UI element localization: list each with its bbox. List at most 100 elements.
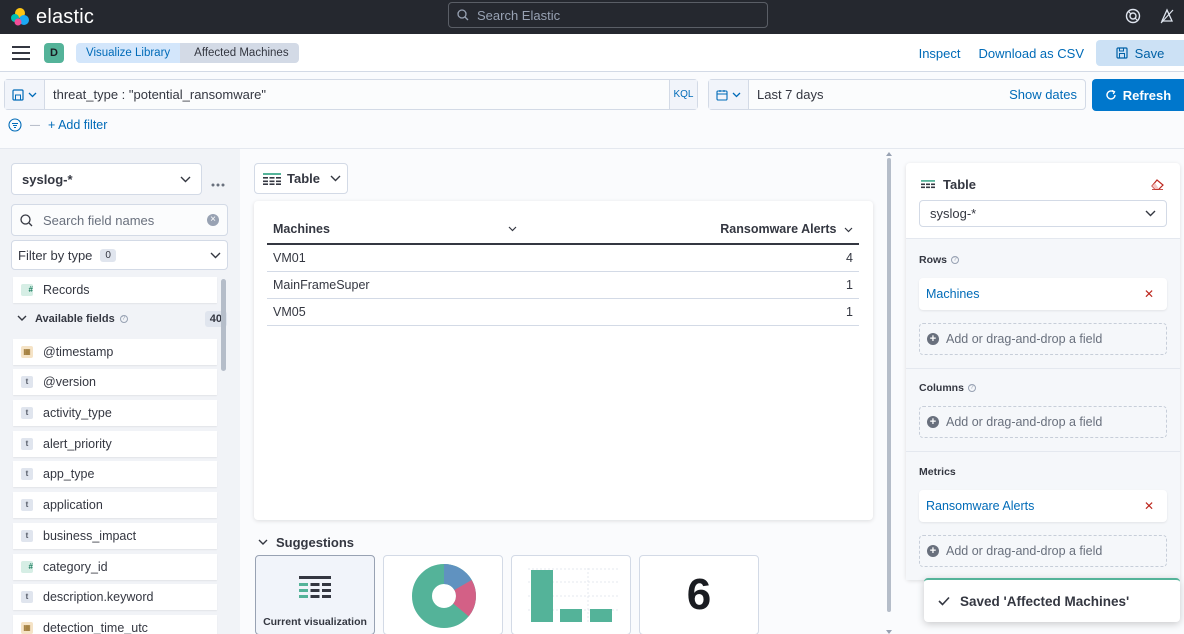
- column-header-ransomware-alerts[interactable]: Ransomware Alerts: [520, 215, 859, 245]
- chevron-down-icon: [210, 252, 221, 258]
- column-header-machines[interactable]: Machines: [267, 215, 521, 245]
- chart-type-switch[interactable]: Table: [254, 163, 348, 194]
- add-field-label: Add or drag-and-drop a field: [946, 544, 1103, 558]
- layer-index-pattern-select[interactable]: syslog-*: [919, 200, 1167, 227]
- chevron-down-icon: [28, 92, 37, 97]
- filter-by-type-button[interactable]: Filter by type 0: [11, 240, 228, 270]
- metric-value: 6: [686, 570, 712, 619]
- download-csv-link[interactable]: Download as CSV: [979, 46, 1085, 61]
- time-range-display[interactable]: Last 7 days: [749, 87, 1009, 102]
- rows-label: Rows: [919, 254, 948, 266]
- query-language-button[interactable]: KQL: [669, 80, 697, 109]
- info-icon: ?: [967, 384, 976, 392]
- field-item[interactable]: t application: [13, 492, 217, 519]
- search-icon: [457, 9, 469, 21]
- field-item[interactable]: t @version: [13, 369, 217, 396]
- suggestion-donut[interactable]: [383, 555, 503, 634]
- scroll-down-icon[interactable]: [886, 629, 892, 634]
- suggestion-current[interactable]: Current visualization: [255, 555, 375, 634]
- check-icon: [938, 596, 950, 606]
- calendar-icon: [716, 89, 728, 101]
- field-item-records[interactable]: # Records: [13, 277, 217, 303]
- help-icon[interactable]: [1124, 6, 1142, 26]
- table-row: VM05 1: [267, 298, 859, 326]
- table-cell[interactable]: VM01: [267, 244, 521, 272]
- field-item[interactable]: ▦ @timestamp: [13, 338, 217, 365]
- scroll-up-icon[interactable]: [886, 152, 892, 157]
- table-row: VM01 4: [267, 244, 859, 272]
- table-cell[interactable]: MainFrameSuper: [267, 271, 521, 299]
- field-item[interactable]: t alert_priority: [13, 430, 217, 457]
- plus-icon: +: [927, 545, 939, 557]
- clear-icon[interactable]: ×: [207, 214, 219, 226]
- field-name: category_id: [43, 559, 108, 574]
- remove-icon[interactable]: ✕: [1144, 499, 1160, 513]
- workspace-scrollbar[interactable]: [886, 152, 892, 634]
- space-avatar[interactable]: D: [44, 42, 64, 63]
- refresh-button[interactable]: Refresh: [1092, 79, 1184, 111]
- chevron-down-icon[interactable]: [844, 227, 853, 233]
- breadcrumb-visualize-library[interactable]: Visualize Library: [76, 42, 181, 63]
- field-name: application: [43, 498, 103, 513]
- toast-message: Saved 'Affected Machines': [960, 593, 1130, 609]
- chart-type-label: Table: [287, 171, 320, 186]
- global-search-input[interactable]: Search Elastic: [448, 2, 768, 28]
- chevron-down-icon: [180, 176, 191, 182]
- table-cell[interactable]: 1: [520, 271, 859, 299]
- chevron-down-icon[interactable]: [508, 226, 517, 232]
- inspect-link[interactable]: Inspect: [919, 46, 961, 61]
- field-item[interactable]: ▦ detection_time_utc: [13, 614, 217, 634]
- success-toast[interactable]: Saved 'Affected Machines': [924, 578, 1180, 622]
- quick-select-button[interactable]: [709, 80, 749, 109]
- table-cell[interactable]: 4: [520, 244, 859, 272]
- number-type-icon: #: [21, 560, 33, 573]
- suggestions-header[interactable]: Suggestions: [258, 535, 354, 550]
- workspace: Table Machines Ransomware Alerts VM01 4 …: [240, 149, 896, 634]
- metrics-field-label: Ransomware Alerts: [926, 499, 1035, 513]
- breadcrumb-current: Affected Machines: [180, 42, 299, 63]
- filter-options-icon[interactable]: [8, 118, 22, 132]
- sidebar-scrollbar[interactable]: [221, 279, 226, 371]
- suggestion-bar[interactable]: [511, 555, 631, 634]
- more-options-icon[interactable]: [211, 175, 225, 190]
- columns-title: Columns ?: [919, 382, 976, 394]
- saved-query-button[interactable]: [5, 80, 45, 109]
- table-cell[interactable]: VM05: [267, 298, 521, 326]
- chevron-down-icon: [732, 92, 741, 97]
- show-dates-link[interactable]: Show dates: [1009, 87, 1085, 102]
- save-label: Save: [1134, 45, 1165, 61]
- save-button[interactable]: Save: [1096, 40, 1184, 66]
- field-item[interactable]: t description.keyword: [13, 584, 217, 611]
- rows-dimension[interactable]: Machines ✕: [919, 278, 1167, 310]
- suggestion-metric[interactable]: 6: [639, 555, 759, 634]
- add-row-field[interactable]: + Add or drag-and-drop a field: [919, 323, 1167, 355]
- text-type-icon: t: [21, 437, 33, 450]
- metrics-dimension[interactable]: Ransomware Alerts ✕: [919, 490, 1167, 522]
- add-metric-field[interactable]: + Add or drag-and-drop a field: [919, 535, 1167, 567]
- field-item[interactable]: # category_id: [13, 553, 217, 580]
- date-type-icon: ▦: [21, 345, 33, 358]
- add-column-field[interactable]: + Add or drag-and-drop a field: [919, 406, 1167, 438]
- table-cell[interactable]: 1: [520, 298, 859, 326]
- eraser-icon[interactable]: [1151, 179, 1164, 190]
- field-name: description.keyword: [43, 590, 154, 605]
- index-pattern-select[interactable]: syslog-*: [11, 163, 202, 195]
- menu-toggle-button[interactable]: [12, 45, 30, 60]
- query-input[interactable]: threat_type : "potential_ransomware": [45, 87, 669, 102]
- table-icon: [263, 172, 281, 185]
- field-sidebar: syslog-* Search field names × Filter by …: [0, 149, 240, 634]
- suggestions-title: Suggestions: [276, 535, 355, 550]
- column-header-label: Machines: [273, 222, 330, 236]
- refresh-icon: [1106, 89, 1116, 100]
- field-item[interactable]: t app_type: [13, 461, 217, 488]
- date-type-icon: ▦: [21, 621, 33, 634]
- newsfeed-icon[interactable]: [1158, 6, 1176, 26]
- add-filter-button[interactable]: + Add filter: [48, 118, 107, 132]
- available-fields-label: Available fields: [35, 312, 115, 325]
- field-item[interactable]: t business_impact: [13, 522, 217, 549]
- remove-icon[interactable]: ✕: [1144, 287, 1160, 301]
- field-item[interactable]: t activity_type: [13, 400, 217, 427]
- available-fields-header[interactable]: Available fields ? 40: [13, 308, 227, 330]
- elastic-logo[interactable]: elastic: [10, 6, 94, 29]
- field-search-input[interactable]: Search field names ×: [11, 204, 228, 236]
